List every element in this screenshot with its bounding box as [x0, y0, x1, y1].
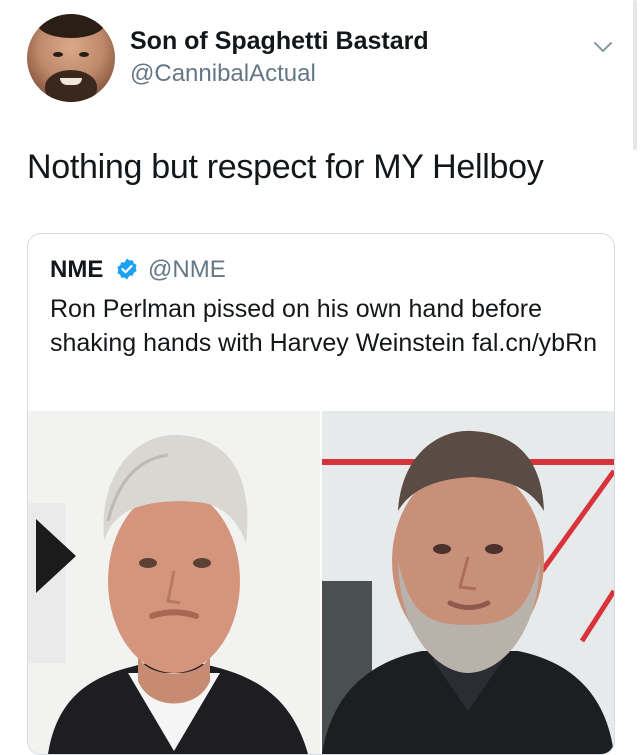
avatar-eye [53, 52, 63, 57]
avatar-mouth [60, 78, 82, 85]
photo-left [28, 411, 320, 754]
photo-right [322, 411, 614, 754]
quoted-tweet-name[interactable]: NME [50, 256, 103, 284]
tweet-text: Nothing but respect for MY Hellboy [27, 148, 544, 186]
quoted-tweet-image[interactable] [28, 411, 614, 754]
tweet-card[interactable]: Son of Spaghetti Bastard @CannibalActual… [0, 0, 640, 755]
scrollbar[interactable] [633, 0, 637, 150]
avatar-beard [45, 70, 97, 102]
avatar-eye [79, 52, 89, 57]
portrait-right [322, 411, 614, 754]
verified-badge-icon [117, 258, 137, 280]
quoted-tweet-text: Ron Perlman pissed on his own hand befor… [50, 295, 598, 357]
user-handle[interactable]: @CannibalActual [130, 60, 316, 88]
quoted-tweet[interactable]: NME @NME Ron Perlman pissed on his own h… [27, 233, 615, 755]
portrait-left [28, 411, 320, 754]
quoted-tweet-handle[interactable]: @NME [148, 256, 226, 284]
avatar-hair [37, 14, 105, 38]
display-name[interactable]: Son of Spaghetti Bastard [130, 27, 429, 56]
chevron-down-icon[interactable] [592, 36, 614, 58]
avatar[interactable] [27, 14, 115, 102]
